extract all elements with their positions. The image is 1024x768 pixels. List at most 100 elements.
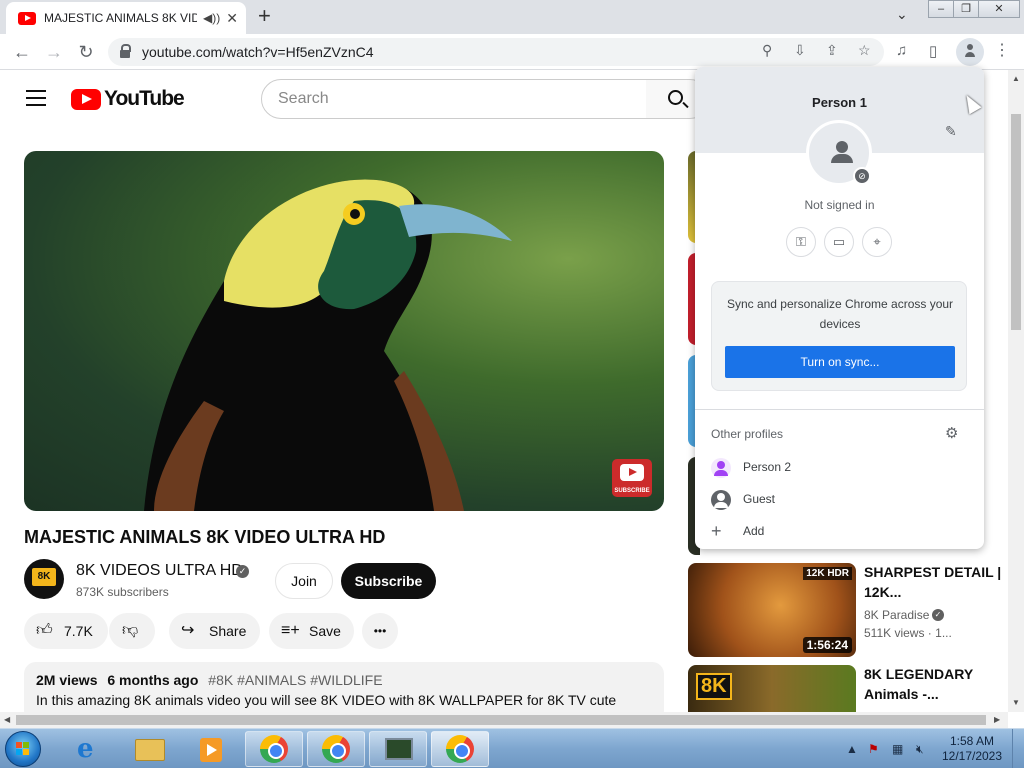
new-tab-button[interactable]: + [258, 4, 271, 28]
profile-item-person-2[interactable]: Person 2 [711, 454, 971, 482]
media-control-icon[interactable]: ♫ [896, 42, 907, 59]
start-button[interactable] [5, 731, 41, 767]
sync-promo: Sync and personalize Chrome across your … [711, 281, 967, 391]
subscribe-button[interactable]: Subscribe [341, 563, 436, 599]
description-text: In this amazing 8K animals video you wil… [36, 692, 617, 708]
close-window-button[interactable]: ✕ [978, 0, 1020, 18]
subscriber-count: 873K subscribers [76, 585, 169, 599]
subscribe-watermark[interactable]: SUBSCRIBE [612, 459, 652, 497]
scroll-down-icon[interactable]: ▼ [1012, 698, 1020, 707]
lock-icon[interactable] [120, 44, 131, 58]
bookmark-star-icon[interactable]: ☆ [858, 42, 871, 59]
profile-button[interactable] [956, 38, 984, 66]
show-desktop-button[interactable] [1012, 729, 1024, 768]
minimize-button[interactable]: – [928, 0, 954, 18]
rec-thumbnail[interactable]: 12K HDR 1:56:24 [688, 563, 856, 657]
forward-icon[interactable]: → [42, 40, 66, 64]
person-icon [831, 141, 853, 165]
video-duration: 1:56:24 [802, 637, 852, 653]
guest-icon [711, 490, 731, 510]
reload-icon[interactable]: ↻ [74, 40, 98, 64]
youtube-logo-text[interactable]: YouTube [104, 87, 185, 111]
profile-item-guest[interactable]: Guest [711, 486, 971, 514]
horizontal-scrollbar[interactable]: ◀ ▶ [0, 712, 1008, 728]
system-monitor-window[interactable] [369, 731, 427, 767]
zoom-search-icon[interactable]: ⚲ [762, 42, 772, 59]
volume-muted-icon[interactable]: 🔇︎ [916, 742, 924, 757]
file-explorer-icon[interactable] [121, 731, 179, 767]
scroll-up-icon[interactable]: ▲ [1012, 74, 1020, 83]
chrome-window-1[interactable] [245, 731, 303, 767]
speaker-icon[interactable]: ◀)) [203, 11, 220, 25]
turn-on-sync-button[interactable]: Turn on sync... [725, 346, 955, 378]
tab-title: MAJESTIC ANIMALS 8K VIDE [44, 11, 198, 25]
more-actions-button[interactable]: ••• [362, 613, 398, 649]
join-button[interactable]: Join [275, 563, 333, 599]
scroll-left-icon[interactable]: ◀ [4, 715, 10, 724]
side-panel-icon[interactable]: ▯ [929, 42, 937, 60]
dislike-button[interactable]: 👎︎ [109, 613, 155, 649]
youtube-favicon-icon [18, 11, 36, 25]
scrollbar-thumb[interactable] [16, 715, 986, 725]
sync-text: Sync and personalize Chrome across your … [726, 297, 954, 331]
video-player[interactable]: SUBSCRIBE [24, 151, 664, 511]
chrome-icon [260, 735, 288, 763]
person-icon [965, 44, 975, 60]
vertical-scrollbar[interactable]: ▲ ▼ [1008, 70, 1024, 712]
rec-title[interactable]: SHARPEST DETAIL | 12K... [864, 562, 1004, 602]
windows-taskbar: e ▲ ⚑ ▦ 🔇︎ 1:58 AM 12/17/2023 [0, 728, 1024, 768]
key-icon[interactable]: ⚿ [786, 227, 816, 257]
like-button[interactable]: 👍︎ 7.7K [24, 613, 108, 649]
menu-icon[interactable] [26, 90, 46, 106]
channel-avatar[interactable]: 8K [24, 559, 64, 599]
tab-close-icon[interactable]: ✕ [226, 10, 238, 27]
share-button[interactable]: ↪ Share [169, 613, 260, 649]
search-input[interactable] [278, 80, 638, 118]
location-pin-icon[interactable]: ⌖ [862, 227, 892, 257]
chrome-menu-icon[interactable]: ⋮ [994, 40, 1010, 60]
tray-expand-icon[interactable]: ▲ [846, 742, 858, 756]
channel-name[interactable]: 8K VIDEOS ULTRA HD [76, 562, 243, 580]
save-button[interactable]: ≡+ Save [269, 613, 354, 649]
verified-icon: ✓ [932, 609, 944, 621]
person-icon [711, 458, 731, 478]
chrome-window-active[interactable] [431, 731, 489, 767]
scroll-right-icon[interactable]: ▶ [994, 715, 1000, 724]
url-text[interactable]: youtube.com/watch?v=Hf5enZVznC4 [142, 44, 374, 60]
share-icon: ↪ [181, 622, 195, 639]
resolution-badge: 12K HDR [803, 567, 852, 580]
network-icon[interactable]: ▦ [892, 742, 903, 756]
back-icon[interactable]: ← [10, 40, 34, 64]
thumbs-up-icon: 👍︎ [36, 622, 53, 639]
rec-title[interactable]: 8K LEGENDARY Animals -... [864, 664, 1004, 704]
rec-thumbnail[interactable]: 8K [688, 665, 856, 712]
credit-card-icon[interactable]: ▭ [824, 227, 854, 257]
media-player-icon[interactable] [182, 731, 240, 767]
profile-name: Person 1 [812, 95, 867, 110]
save-playlist-icon: ≡+ [281, 622, 300, 639]
internet-explorer-icon[interactable]: e [60, 731, 118, 767]
rec-channel[interactable]: 8K Paradise [864, 608, 929, 622]
scrollbar-thumb[interactable] [1011, 114, 1021, 330]
verified-icon: ✓ [236, 565, 249, 578]
profile-item-add[interactable]: + Add [711, 518, 971, 546]
action-center-icon[interactable]: ⚑ [868, 742, 879, 756]
share-label: Share [209, 623, 247, 639]
save-label: Save [309, 623, 341, 639]
share-page-icon[interactable]: ⇪ [826, 42, 838, 59]
edit-pencil-icon[interactable]: ✎ [945, 123, 957, 140]
install-icon[interactable]: ⇩ [794, 42, 806, 59]
sync-off-icon: ⊘ [853, 167, 871, 185]
tab-search-icon[interactable]: ⌄ [896, 6, 908, 23]
restore-button[interactable]: ❐ [953, 0, 979, 18]
resolution-badge: 8K [696, 673, 732, 700]
chrome-window-2[interactable] [307, 731, 365, 767]
youtube-logo-icon[interactable] [71, 89, 101, 110]
browser-tab[interactable]: MAJESTIC ANIMALS 8K VIDE ◀)) ✕ [6, 2, 246, 34]
description-box[interactable]: 2M views 6 months ago #8K #ANIMALS #WILD… [24, 662, 664, 712]
clock-date: 12/17/2023 [941, 749, 1003, 763]
address-bar[interactable]: youtube.com/watch?v=Hf5enZVznC4 ⚲ ⇩ ⇪ ☆ [108, 38, 884, 66]
gear-icon[interactable]: ⚙ [945, 424, 958, 442]
hashtags[interactable]: #8K #ANIMALS #WILDLIFE [208, 672, 382, 688]
clock[interactable]: 1:58 AM 12/17/2023 [940, 734, 1004, 764]
